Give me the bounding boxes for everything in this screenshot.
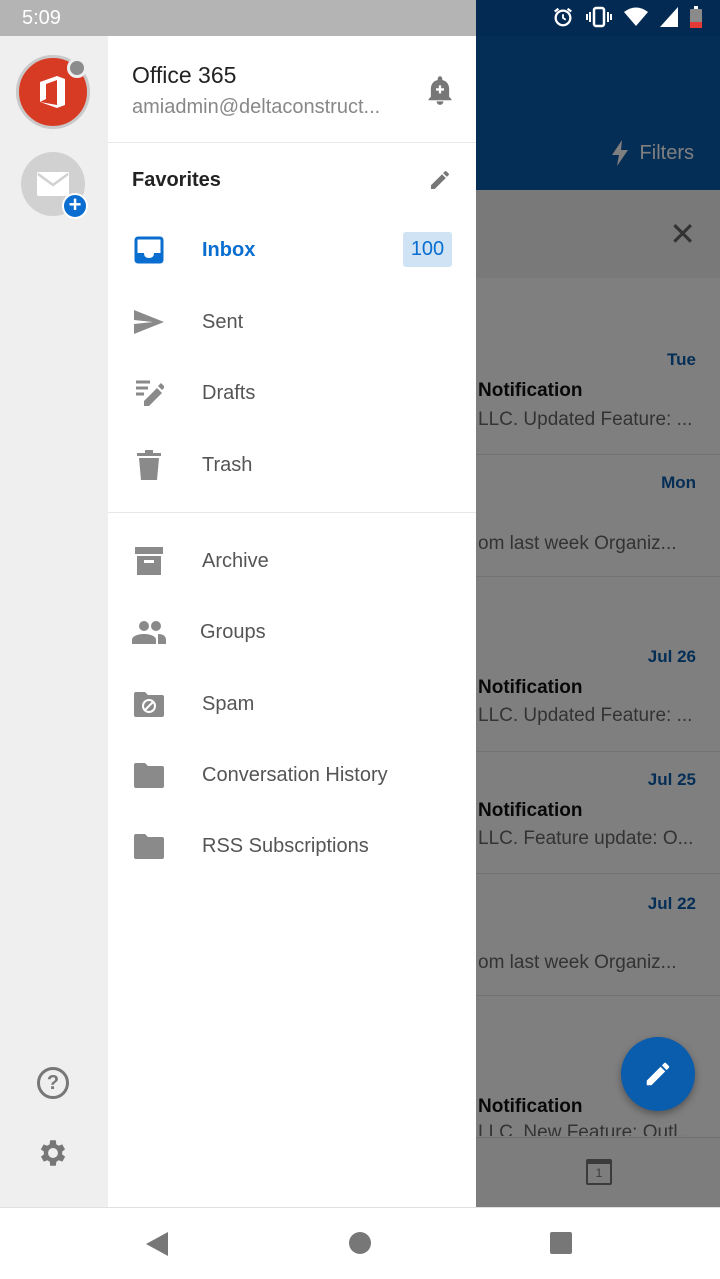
plus-icon: +	[62, 193, 88, 219]
unread-count-badge: 100	[403, 232, 452, 267]
help-icon[interactable]: ?	[37, 1067, 69, 1099]
office-logo-icon	[40, 76, 65, 108]
system-navigation-bar	[0, 1207, 720, 1279]
back-icon[interactable]	[146, 1232, 168, 1256]
folder-conversation-history[interactable]: Conversation History	[108, 745, 476, 805]
settings-gear-icon[interactable]	[36, 1136, 70, 1175]
folder-drawer: Office 365 amiadmin@deltaconstruct... Fa…	[108, 36, 476, 1207]
pencil-icon	[646, 1062, 670, 1086]
status-time: 5:09	[22, 7, 61, 29]
groups-icon	[132, 616, 166, 648]
mail-icon	[37, 172, 69, 196]
folder-label: Inbox	[202, 238, 256, 261]
account-status-dot	[67, 58, 87, 78]
drafts-icon	[132, 377, 166, 409]
inbox-icon	[132, 234, 166, 266]
folder-icon	[132, 759, 166, 791]
folder-groups[interactable]: Groups	[108, 602, 476, 662]
folder-inbox[interactable]: Inbox 100	[108, 220, 476, 280]
wifi-icon	[624, 7, 648, 26]
notification-bell-icon[interactable]	[426, 74, 454, 111]
folder-trash[interactable]: Trash	[108, 435, 476, 495]
folder-icon	[132, 830, 166, 862]
alarm-icon	[554, 7, 572, 27]
compose-button[interactable]	[621, 1037, 695, 1111]
edit-favorites-icon[interactable]	[428, 168, 452, 197]
folder-label: Sent	[202, 310, 244, 333]
folder-label: Conversation History	[202, 763, 388, 786]
status-bar: 5:09	[0, 0, 720, 36]
send-icon	[132, 306, 166, 338]
spam-folder-icon	[132, 688, 166, 720]
vibrate-icon	[586, 6, 612, 28]
folder-rss-subscriptions[interactable]: RSS Subscriptions	[108, 816, 476, 876]
folder-label: Spam	[202, 692, 255, 715]
battery-icon	[690, 6, 702, 28]
folder-archive[interactable]: Archive	[108, 531, 476, 591]
folder-label: Drafts	[202, 381, 256, 404]
folder-drafts[interactable]: Drafts	[108, 363, 476, 423]
folder-label: Trash	[202, 453, 253, 476]
account-name: Office 365	[132, 62, 237, 88]
account-email: amiadmin@deltaconstruct...	[132, 96, 381, 118]
recents-icon[interactable]	[550, 1232, 572, 1254]
trash-icon	[132, 449, 166, 481]
signal-icon	[660, 7, 678, 27]
folder-label: Groups	[200, 620, 266, 643]
archive-icon	[132, 545, 166, 577]
folder-label: RSS Subscriptions	[202, 834, 369, 857]
folder-sent[interactable]: Sent	[108, 292, 476, 352]
favorites-heading: Favorites	[132, 169, 221, 191]
folder-spam[interactable]: Spam	[108, 674, 476, 734]
account-rail: + ?	[0, 36, 108, 1207]
folder-label: Archive	[202, 549, 269, 572]
home-icon[interactable]	[349, 1232, 371, 1254]
